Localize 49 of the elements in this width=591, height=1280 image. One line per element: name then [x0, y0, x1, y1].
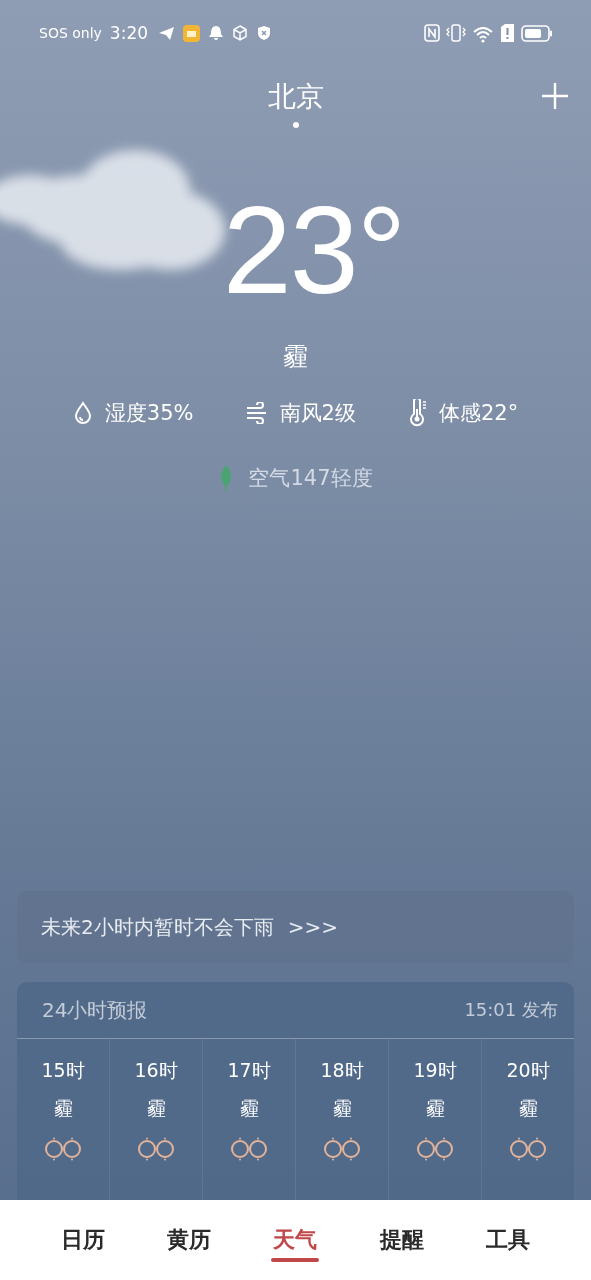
haze-icon	[137, 1137, 175, 1161]
hour-condition: 霾	[518, 1096, 538, 1121]
haze-icon	[230, 1137, 268, 1161]
battery-icon	[521, 24, 553, 42]
haze-icon	[323, 1137, 361, 1161]
condition-label: 霾	[283, 341, 308, 373]
nav-tab[interactable]: 提醒	[375, 1200, 428, 1280]
haze-icon	[416, 1137, 454, 1161]
hour-label: 15时	[41, 1058, 85, 1083]
thermometer-icon	[407, 399, 427, 427]
cube-icon	[232, 25, 249, 41]
sim-alert-icon	[500, 24, 515, 42]
nav-tab[interactable]: 黄历	[163, 1200, 216, 1280]
hour-condition: 霾	[53, 1096, 73, 1121]
rain-notice-card[interactable]: 未来2小时内暂时不会下雨 >>>	[17, 891, 574, 963]
nfc-icon	[424, 24, 440, 42]
vibrate-icon	[446, 24, 466, 42]
hour-label: 20时	[506, 1058, 550, 1083]
temperature: 23°	[221, 188, 405, 312]
hour-condition: 霾	[239, 1096, 259, 1121]
nav-tab[interactable]: 工具	[481, 1200, 534, 1280]
drop-icon	[72, 401, 93, 425]
hour-label: 19时	[413, 1058, 457, 1083]
hour-label: 16时	[134, 1058, 178, 1083]
nav-tab[interactable]: 天气	[269, 1200, 322, 1280]
haze-icon	[44, 1137, 82, 1161]
publish-time: 15:01 发布	[464, 998, 558, 1022]
forecast-title: 24小时预报	[42, 996, 148, 1024]
app-icon	[183, 24, 201, 42]
clock: 3:20	[109, 23, 149, 43]
hour-condition: 霾	[146, 1096, 166, 1121]
weather-detail: 南风2级	[279, 400, 356, 427]
hour-condition: 霾	[425, 1096, 445, 1121]
weather-detail: 湿度35%	[104, 400, 194, 427]
weather-detail: 体感22°	[438, 400, 519, 427]
rain-notice: 未来2小时内暂时不会下雨	[41, 913, 274, 941]
carrier-label: SOS only	[39, 25, 102, 41]
page-dot	[292, 122, 299, 128]
hour-label: 17时	[227, 1058, 271, 1083]
nav-tab[interactable]: 日历	[57, 1200, 110, 1280]
add-icon[interactable]	[541, 82, 569, 110]
paper-plane-icon	[158, 24, 176, 42]
wind-icon	[245, 402, 268, 424]
more-arrows: >>>	[287, 915, 338, 939]
hour-label: 18时	[320, 1058, 364, 1083]
bell-icon	[208, 25, 225, 41]
hour-condition: 霾	[332, 1096, 352, 1121]
haze-icon	[509, 1137, 547, 1161]
shield-icon	[256, 25, 273, 41]
